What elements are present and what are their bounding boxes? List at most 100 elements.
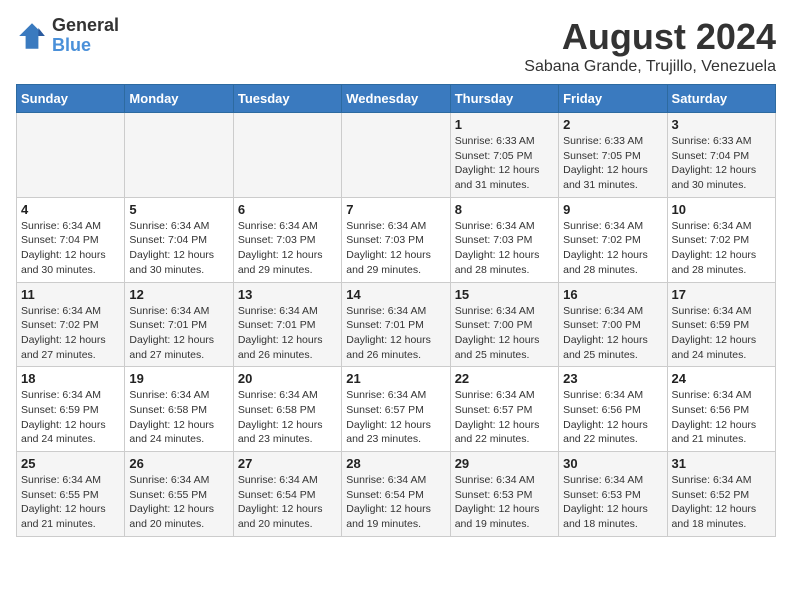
day-number: 4 <box>21 202 120 217</box>
day-detail: Sunrise: 6:34 AM Sunset: 6:52 PM Dayligh… <box>672 473 771 532</box>
day-detail: Sunrise: 6:34 AM Sunset: 6:59 PM Dayligh… <box>672 304 771 363</box>
calendar-week-row: 11 Sunrise: 6:34 AM Sunset: 7:02 PM Dayli… <box>17 282 776 367</box>
day-detail: Sunrise: 6:34 AM Sunset: 6:54 PM Dayligh… <box>346 473 445 532</box>
day-detail: Sunrise: 6:34 AM Sunset: 6:59 PM Dayligh… <box>21 388 120 447</box>
calendar-cell: 6 Sunrise: 6:34 AM Sunset: 7:03 PM Daylig… <box>233 197 341 282</box>
day-number: 1 <box>455 117 554 132</box>
day-number: 12 <box>129 287 228 302</box>
logo-icon <box>16 20 48 52</box>
day-number: 9 <box>563 202 662 217</box>
day-number: 17 <box>672 287 771 302</box>
calendar-table: SundayMondayTuesdayWednesdayThursdayFrid… <box>16 84 776 537</box>
calendar-cell: 9 Sunrise: 6:34 AM Sunset: 7:02 PM Daylig… <box>559 197 667 282</box>
day-number: 20 <box>238 371 337 386</box>
page-subtitle: Sabana Grande, Trujillo, Venezuela <box>524 58 776 76</box>
day-number: 16 <box>563 287 662 302</box>
calendar-cell: 22 Sunrise: 6:34 AM Sunset: 6:57 PM Dayli… <box>450 367 558 452</box>
day-number: 24 <box>672 371 771 386</box>
calendar-week-row: 4 Sunrise: 6:34 AM Sunset: 7:04 PM Daylig… <box>17 197 776 282</box>
day-detail: Sunrise: 6:34 AM Sunset: 7:01 PM Dayligh… <box>129 304 228 363</box>
day-number: 29 <box>455 456 554 471</box>
calendar-cell: 5 Sunrise: 6:34 AM Sunset: 7:04 PM Daylig… <box>125 197 233 282</box>
calendar-cell: 29Sunrise: 6:34 AM Sunset: 6:53 PM Dayli… <box>450 452 558 537</box>
day-detail: Sunrise: 6:34 AM Sunset: 6:57 PM Dayligh… <box>455 388 554 447</box>
calendar-cell: 17 Sunrise: 6:34 AM Sunset: 6:59 PM Dayli… <box>667 282 775 367</box>
day-detail: Sunrise: 6:34 AM Sunset: 7:00 PM Dayligh… <box>563 304 662 363</box>
day-detail: Sunrise: 6:33 AM Sunset: 7:04 PM Dayligh… <box>672 134 771 193</box>
day-detail: Sunrise: 6:34 AM Sunset: 7:02 PM Dayligh… <box>21 304 120 363</box>
page-header: General Blue August 2024 Sabana Grande, … <box>16 16 776 76</box>
day-number: 15 <box>455 287 554 302</box>
calendar-cell: 15 Sunrise: 6:34 AM Sunset: 7:00 PM Dayli… <box>450 282 558 367</box>
calendar-cell: 24 Sunrise: 6:34 AM Sunset: 6:56 PM Dayli… <box>667 367 775 452</box>
calendar-header-thursday: Thursday <box>450 85 558 113</box>
day-detail: Sunrise: 6:34 AM Sunset: 7:00 PM Dayligh… <box>455 304 554 363</box>
title-block: August 2024 Sabana Grande, Trujillo, Ven… <box>524 16 776 76</box>
day-detail: Sunrise: 6:34 AM Sunset: 7:01 PM Dayligh… <box>238 304 337 363</box>
calendar-cell: 18 Sunrise: 6:34 AM Sunset: 6:59 PM Dayli… <box>17 367 125 452</box>
day-detail: Sunrise: 6:34 AM Sunset: 6:58 PM Dayligh… <box>238 388 337 447</box>
calendar-header-row: SundayMondayTuesdayWednesdayThursdayFrid… <box>17 85 776 113</box>
calendar-cell: 2Sunrise: 6:33 AM Sunset: 7:05 PM Daylig… <box>559 113 667 198</box>
day-detail: Sunrise: 6:34 AM Sunset: 7:02 PM Dayligh… <box>672 219 771 278</box>
calendar-cell: 19Sunrise: 6:34 AM Sunset: 6:58 PM Dayli… <box>125 367 233 452</box>
day-number: 6 <box>238 202 337 217</box>
logo: General Blue <box>16 16 119 56</box>
day-detail: Sunrise: 6:34 AM Sunset: 6:55 PM Dayligh… <box>21 473 120 532</box>
day-number: 25 <box>21 456 120 471</box>
day-number: 5 <box>129 202 228 217</box>
day-number: 23 <box>563 371 662 386</box>
day-number: 8 <box>455 202 554 217</box>
calendar-header-saturday: Saturday <box>667 85 775 113</box>
day-detail: Sunrise: 6:34 AM Sunset: 6:57 PM Dayligh… <box>346 388 445 447</box>
calendar-cell: 27Sunrise: 6:34 AM Sunset: 6:54 PM Dayli… <box>233 452 341 537</box>
calendar-cell: 7Sunrise: 6:34 AM Sunset: 7:03 PM Daylig… <box>342 197 450 282</box>
calendar-cell: 4 Sunrise: 6:34 AM Sunset: 7:04 PM Daylig… <box>17 197 125 282</box>
calendar-cell <box>342 113 450 198</box>
day-number: 13 <box>238 287 337 302</box>
page-title: August 2024 <box>524 16 776 58</box>
day-detail: Sunrise: 6:34 AM Sunset: 7:03 PM Dayligh… <box>238 219 337 278</box>
day-detail: Sunrise: 6:34 AM Sunset: 6:56 PM Dayligh… <box>672 388 771 447</box>
day-detail: Sunrise: 6:34 AM Sunset: 7:03 PM Dayligh… <box>455 219 554 278</box>
day-detail: Sunrise: 6:33 AM Sunset: 7:05 PM Dayligh… <box>455 134 554 193</box>
calendar-cell: 21 Sunrise: 6:34 AM Sunset: 6:57 PM Dayli… <box>342 367 450 452</box>
day-number: 26 <box>129 456 228 471</box>
day-number: 18 <box>21 371 120 386</box>
day-detail: Sunrise: 6:34 AM Sunset: 6:55 PM Dayligh… <box>129 473 228 532</box>
logo-text: General Blue <box>52 16 119 56</box>
calendar-cell: 23 Sunrise: 6:34 AM Sunset: 6:56 PM Dayli… <box>559 367 667 452</box>
calendar-cell <box>17 113 125 198</box>
day-detail: Sunrise: 6:34 AM Sunset: 7:04 PM Dayligh… <box>21 219 120 278</box>
day-detail: Sunrise: 6:34 AM Sunset: 7:04 PM Dayligh… <box>129 219 228 278</box>
calendar-cell: 14Sunrise: 6:34 AM Sunset: 7:01 PM Dayli… <box>342 282 450 367</box>
day-detail: Sunrise: 6:33 AM Sunset: 7:05 PM Dayligh… <box>563 134 662 193</box>
calendar-week-row: 25 Sunrise: 6:34 AM Sunset: 6:55 PM Dayli… <box>17 452 776 537</box>
day-number: 31 <box>672 456 771 471</box>
day-number: 27 <box>238 456 337 471</box>
day-number: 10 <box>672 202 771 217</box>
day-number: 22 <box>455 371 554 386</box>
calendar-cell: 25 Sunrise: 6:34 AM Sunset: 6:55 PM Dayli… <box>17 452 125 537</box>
calendar-cell: 8 Sunrise: 6:34 AM Sunset: 7:03 PM Daylig… <box>450 197 558 282</box>
calendar-cell: 13 Sunrise: 6:34 AM Sunset: 7:01 PM Dayli… <box>233 282 341 367</box>
calendar-cell: 31 Sunrise: 6:34 AM Sunset: 6:52 PM Dayli… <box>667 452 775 537</box>
calendar-cell: 12 Sunrise: 6:34 AM Sunset: 7:01 PM Dayli… <box>125 282 233 367</box>
calendar-cell <box>233 113 341 198</box>
day-detail: Sunrise: 6:34 AM Sunset: 7:02 PM Dayligh… <box>563 219 662 278</box>
day-number: 28 <box>346 456 445 471</box>
day-number: 11 <box>21 287 120 302</box>
calendar-header-monday: Monday <box>125 85 233 113</box>
calendar-cell: 20 Sunrise: 6:34 AM Sunset: 6:58 PM Dayli… <box>233 367 341 452</box>
calendar-cell: 30Sunrise: 6:34 AM Sunset: 6:53 PM Dayli… <box>559 452 667 537</box>
day-number: 21 <box>346 371 445 386</box>
calendar-cell: 28 Sunrise: 6:34 AM Sunset: 6:54 PM Dayli… <box>342 452 450 537</box>
calendar-cell: 1 Sunrise: 6:33 AM Sunset: 7:05 PM Daylig… <box>450 113 558 198</box>
calendar-header-wednesday: Wednesday <box>342 85 450 113</box>
calendar-week-row: 18 Sunrise: 6:34 AM Sunset: 6:59 PM Dayli… <box>17 367 776 452</box>
calendar-header-friday: Friday <box>559 85 667 113</box>
day-detail: Sunrise: 6:34 AM Sunset: 6:56 PM Dayligh… <box>563 388 662 447</box>
calendar-cell: 11 Sunrise: 6:34 AM Sunset: 7:02 PM Dayli… <box>17 282 125 367</box>
day-number: 30 <box>563 456 662 471</box>
day-number: 7 <box>346 202 445 217</box>
